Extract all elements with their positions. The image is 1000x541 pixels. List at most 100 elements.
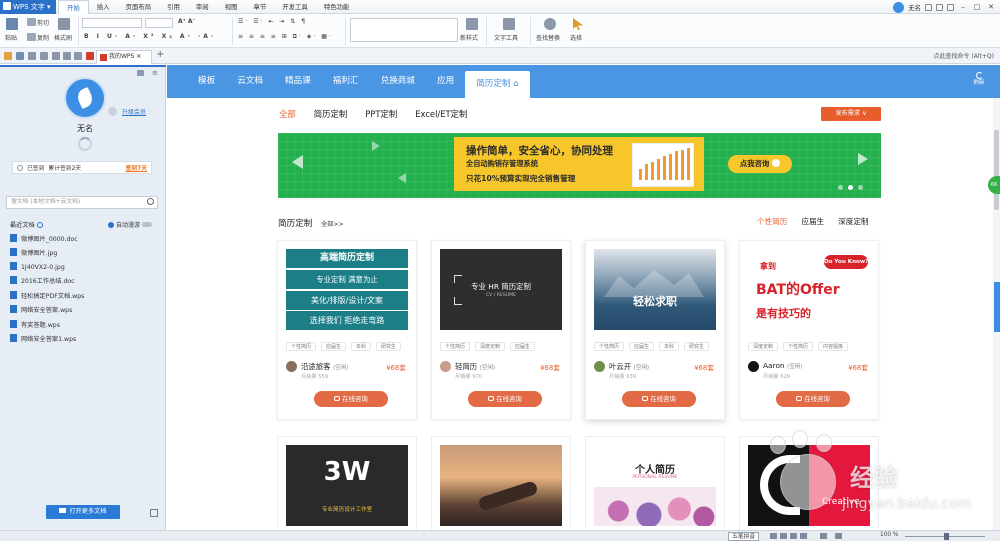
view-mode-icon[interactable] xyxy=(790,533,797,539)
filter-excel[interactable]: Excel/ET定制 xyxy=(415,108,467,120)
auto-roam-toggle[interactable]: 自动漫游 xyxy=(108,220,153,229)
resume-card[interactable] xyxy=(431,436,571,530)
menu-references[interactable]: 引用 xyxy=(159,0,188,14)
search-input[interactable]: 搜文档 (本地文档+云文档) xyxy=(6,196,158,209)
avatar[interactable] xyxy=(594,361,605,372)
tab-templates[interactable]: 模板 xyxy=(187,65,226,98)
skin-icon[interactable] xyxy=(925,3,932,11)
cut-button[interactable]: 剪切 xyxy=(37,18,49,27)
pager-dot[interactable] xyxy=(858,185,863,190)
side-panel-handle[interactable] xyxy=(994,282,1000,332)
format-painter-button[interactable]: 格式刷 xyxy=(54,33,72,42)
message-icon[interactable] xyxy=(137,70,144,76)
streak-link[interactable]: 签到7天 xyxy=(126,163,147,172)
view-mode-icon[interactable] xyxy=(835,533,842,539)
tab-courses[interactable]: 精品课 xyxy=(274,65,322,98)
view-mode-icon[interactable] xyxy=(770,533,777,539)
banner-consult-button[interactable]: 点我咨询 xyxy=(728,155,792,173)
select-button[interactable]: 选择 xyxy=(570,33,582,42)
menu-page-layout[interactable]: 页面布局 xyxy=(118,0,160,14)
side-float-icon[interactable]: 66 xyxy=(988,176,1000,194)
tab-resume-custom[interactable]: 简历定制 ⌂ xyxy=(465,71,530,98)
export-pdf-icon[interactable] xyxy=(52,52,60,60)
new-style-button[interactable]: 新样式 xyxy=(460,33,478,42)
filter-all[interactable]: 全部 xyxy=(279,108,296,120)
avatar[interactable] xyxy=(440,361,451,372)
font-size-select[interactable] xyxy=(145,18,173,28)
author-name[interactable]: Aaron (空闲) xyxy=(763,361,803,370)
settings-icon[interactable] xyxy=(936,3,943,11)
format-painter-icon[interactable] xyxy=(58,18,70,30)
resume-card[interactable]: Do You Know? 拿到 BAT的Offer 是有技巧的 深度定制 个性简… xyxy=(739,240,879,420)
menu-insert[interactable]: 插入 xyxy=(89,0,118,14)
open-more-button[interactable]: 打开更多文档 xyxy=(46,505,120,519)
list-item[interactable]: 微博图片.jpg xyxy=(10,247,57,260)
font-style-buttons[interactable]: B I U· A· X² X₂ A· ·A· xyxy=(84,33,216,40)
pager-dot[interactable] xyxy=(848,185,853,190)
info-icon[interactable] xyxy=(36,222,43,228)
card-thumbnail[interactable]: 个人简历 PERSONAL RESUME xyxy=(594,445,716,526)
consult-button[interactable]: 在线咨询 xyxy=(776,391,850,407)
avatar[interactable] xyxy=(64,77,106,119)
command-search[interactable]: 点此查找命令 (Alt+Q) xyxy=(934,51,994,60)
author-name[interactable]: 沿途旅客 (空闲) xyxy=(301,361,349,372)
grow-font-button[interactable]: A⁺ A⁻ xyxy=(178,18,196,25)
list-item[interactable]: 有奖答题.wps xyxy=(10,319,60,332)
view-mode-icon[interactable] xyxy=(780,533,787,539)
upgrade-vip-link[interactable]: 升级会员 xyxy=(122,107,146,116)
author-name[interactable]: 叶云开 (空闲) xyxy=(609,361,649,372)
list-item[interactable]: 1J40VX2-0.jpg xyxy=(10,261,65,274)
search-icon[interactable] xyxy=(147,198,154,205)
consult-button[interactable]: 在线咨询 xyxy=(468,391,542,407)
user-avatar[interactable] xyxy=(893,1,905,13)
subtab-deep-custom[interactable]: 深度定制 xyxy=(838,216,868,227)
cut-icon[interactable] xyxy=(27,18,36,26)
consult-button[interactable]: 在线咨询 xyxy=(314,391,388,407)
list-buttons[interactable]: ☰· ☰· ⇤ ⇥ ⇅ ¶ xyxy=(238,18,307,25)
list-item[interactable]: 2016工作总结.doc xyxy=(10,275,75,288)
section-all-link[interactable]: 全部>> xyxy=(321,219,344,228)
card-thumbnail[interactable]: 3W 专业简历设计工作室 xyxy=(286,445,408,526)
resume-card[interactable]: 高端简历定制 专业定制 满意为止 美化/排版/设计/文案 选择我们 拒绝走弯路 … xyxy=(277,240,417,420)
menu-view[interactable]: 视图 xyxy=(217,0,246,14)
author-name[interactable]: 轻简历 (空闲) xyxy=(455,361,495,372)
maximize-icon[interactable]: □ xyxy=(972,3,982,11)
align-buttons[interactable]: ≡ ≡ ≡ ≡ ⊞ ⧉· ◈· ▦· xyxy=(238,33,333,41)
avatar[interactable] xyxy=(748,361,759,372)
resume-card[interactable]: 个人简历 PERSONAL RESUME xyxy=(585,436,725,530)
zoom-slider-knob[interactable] xyxy=(944,533,949,540)
print-icon[interactable] xyxy=(28,52,36,60)
view-mode-icon[interactable] xyxy=(800,533,807,539)
tab-my-wps[interactable]: 我的WPS ✕ xyxy=(96,50,152,64)
paste-button[interactable]: 粘贴 xyxy=(5,33,17,42)
redo-icon[interactable] xyxy=(74,52,82,60)
text-tools-button[interactable]: 文字工具 xyxy=(494,33,518,42)
user-name-top[interactable]: 无名 xyxy=(908,3,921,12)
menu-home[interactable]: 开始 xyxy=(58,0,89,14)
list-item[interactable]: 网络安全答案1.wps xyxy=(10,333,76,346)
new-style-icon[interactable] xyxy=(466,18,478,30)
toggle-switch[interactable] xyxy=(142,222,153,227)
find-replace-button[interactable]: 查找替换 xyxy=(536,33,560,42)
filter-resume[interactable]: 简历定制 xyxy=(314,108,348,120)
find-replace-icon[interactable] xyxy=(544,18,556,30)
font-name-select[interactable] xyxy=(82,18,142,28)
select-cursor-icon[interactable] xyxy=(573,18,583,30)
wps-home-icon[interactable] xyxy=(86,52,94,60)
resume-card[interactable]: 3W 专业简历设计工作室 xyxy=(277,436,417,530)
view-mode-icon[interactable] xyxy=(820,533,827,539)
undo-icon[interactable] xyxy=(63,52,71,60)
card-thumbnail[interactable]: Do You Know? 拿到 BAT的Offer 是有技巧的 xyxy=(748,249,870,330)
avatar[interactable] xyxy=(286,361,297,372)
pager-dot[interactable] xyxy=(838,185,843,190)
menu-review[interactable]: 审阅 xyxy=(188,0,217,14)
subtab-graduate[interactable]: 应届生 xyxy=(801,216,824,227)
copy-icon[interactable] xyxy=(27,33,36,41)
list-item[interactable]: 网络安全答案.wps xyxy=(10,304,72,317)
card-thumbnail[interactable] xyxy=(440,445,562,526)
card-thumbnail[interactable]: Creative xyxy=(748,445,870,526)
text-tools-icon[interactable] xyxy=(503,18,515,30)
menu-special[interactable]: 特色功能 xyxy=(316,0,358,14)
style-gallery[interactable] xyxy=(350,18,458,42)
promo-banner[interactable]: 操作简单，安全省心，协同处理 全自动购销存管理系统 只花10%预算实现完全销售管… xyxy=(278,133,881,198)
